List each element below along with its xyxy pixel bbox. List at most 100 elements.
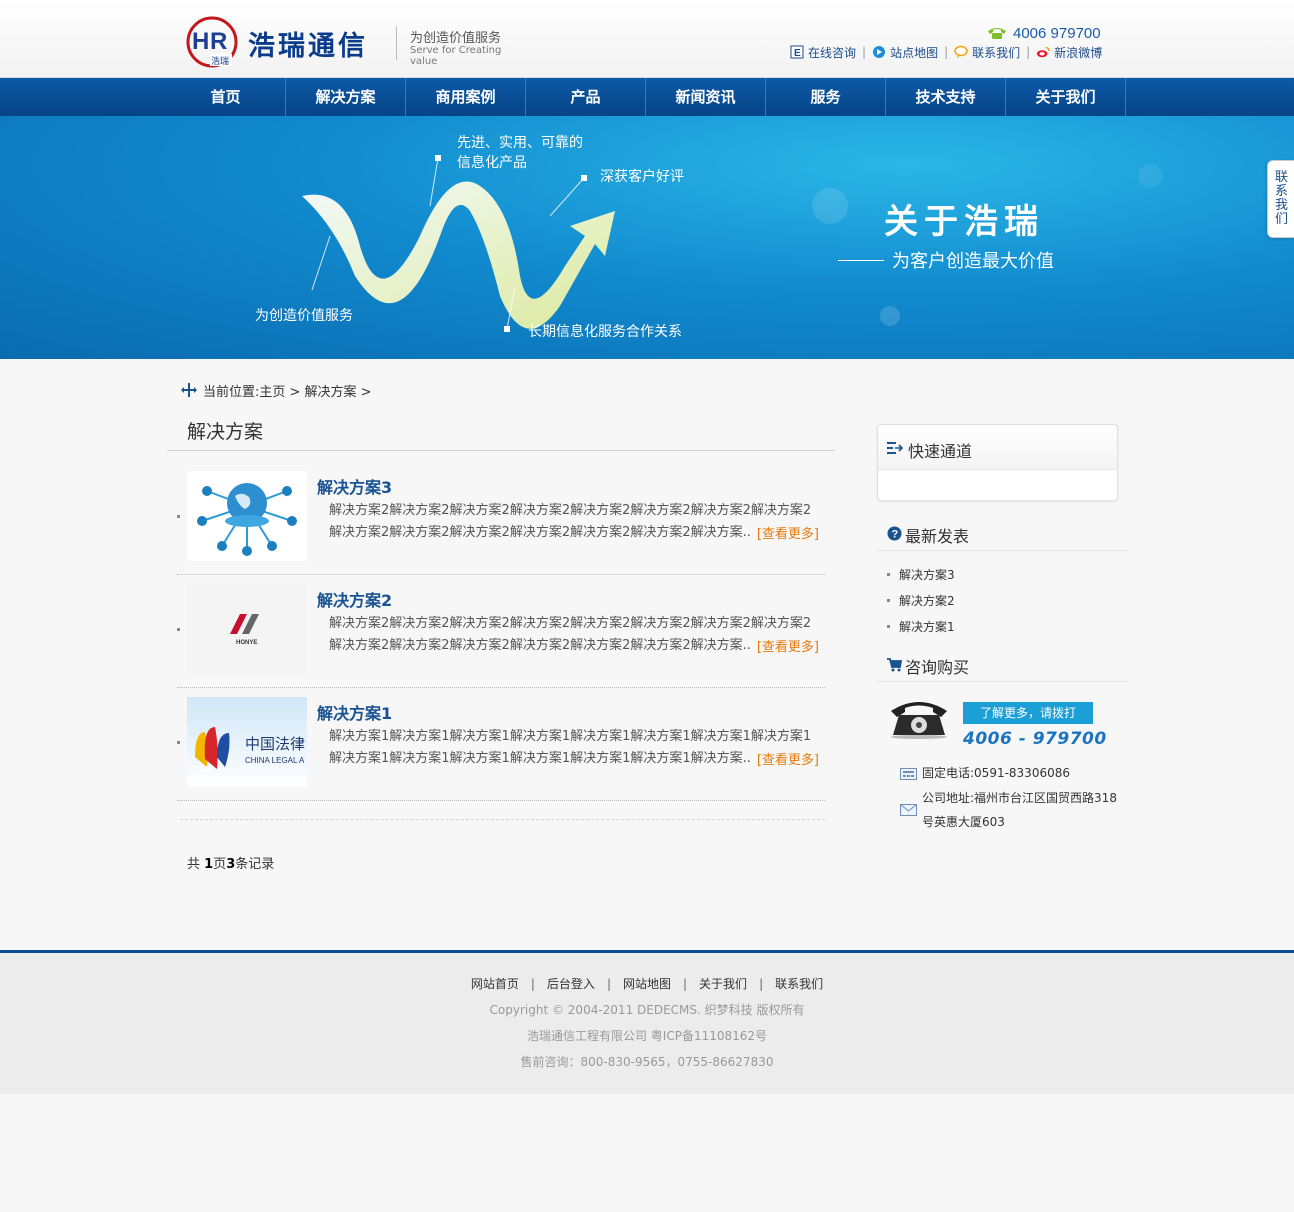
- top-link-label: 站点地图: [890, 45, 939, 60]
- top-link-label: 新浪微博: [1054, 45, 1103, 60]
- latest-post-item[interactable]: 解决方案1: [887, 618, 955, 635]
- china-legal-logo-icon: CLAF 中国法律 CHINA LEGAL A: [187, 697, 307, 787]
- top-link-contact[interactable]: 联系我们: [954, 44, 1020, 61]
- top-link-label: 在线咨询: [808, 45, 857, 60]
- list-bottom-divider: [180, 819, 825, 820]
- nav-item-solutions[interactable]: 解决方案: [286, 78, 406, 116]
- pager-count: 3: [226, 857, 236, 872]
- separator: |: [1026, 45, 1031, 59]
- top-link-sitemap[interactable]: 站点地图: [872, 44, 938, 61]
- quick-access-header: 快速通道: [878, 425, 1117, 470]
- footer-link-contact[interactable]: 联系我们: [775, 977, 823, 991]
- hotline: 4006 979700: [987, 23, 1101, 43]
- svg-text:E: E: [794, 48, 801, 59]
- read-more-link[interactable]: [查看更多]: [757, 636, 819, 655]
- list-item: 解决方案3 解决方案2解决方案2解决方案2解决方案2解决方案2解决方案2解决方案…: [177, 471, 825, 575]
- breadcrumb-text[interactable]: 当前位置:主页 > 解决方案 >: [203, 381, 372, 400]
- separator: |: [683, 977, 688, 991]
- question-circle-icon: ?: [887, 526, 902, 541]
- latest-post-label: 解决方案1: [899, 620, 955, 634]
- banner-label-left: 为创造价值服务: [255, 308, 353, 324]
- crosshair-arrow-icon: [181, 383, 197, 397]
- separator: |: [759, 977, 764, 991]
- item-desc: 解决方案1解决方案1解决方案1解决方案1解决方案1解决方案1解决方案1解决方案1…: [329, 729, 812, 766]
- brand-slogan-en: Serve for Creating value: [410, 45, 502, 67]
- item-title[interactable]: 解决方案1: [317, 700, 392, 724]
- footer-link-sitemap[interactable]: 网站地图: [623, 977, 671, 991]
- footer-link-home[interactable]: 网站首页: [471, 977, 519, 991]
- main-nav: 首页 解决方案 商用案例 产品 新闻资讯 服务 技术支持 关于我们: [0, 78, 1294, 116]
- item-desc: 解决方案2解决方案2解决方案2解决方案2解决方案2解决方案2解决方案2解决方案2…: [329, 616, 812, 653]
- pager-summary: 共 1页3条记录: [187, 853, 274, 872]
- site-logo[interactable]: H R 浩瑞 浩瑞通信 为创造价值服务 Serve for Creating v…: [186, 16, 526, 72]
- read-more-link[interactable]: [查看更多]: [757, 749, 819, 768]
- logo-badge-text: 浩瑞: [211, 55, 229, 67]
- envelope-icon: [900, 804, 917, 816]
- chat-bubble-icon: [954, 45, 968, 59]
- thumb-network-globe[interactable]: [187, 471, 307, 561]
- banner-dash: [838, 259, 884, 261]
- top-link-online-consult[interactable]: E 在线咨询: [790, 44, 856, 61]
- bullet: [887, 625, 890, 628]
- site-footer: 网站首页 | 后台登入 | 网站地图 | 关于我们 | 联系我们 Copyright © 200…: [0, 950, 1294, 1094]
- pager-mid: 页: [213, 857, 227, 872]
- quick-access-title: 快速通道: [908, 442, 973, 461]
- honye-logo-icon: HONYE: [187, 584, 307, 674]
- call-tag: 了解更多，请拨打: [963, 702, 1093, 724]
- float-contact-label: 联系我们: [1275, 170, 1289, 227]
- list-item: HONYE 解决方案2 解决方案2解决方案2解决方案2解决方案2解决方案2解决方…: [177, 584, 825, 688]
- page-title: 解决方案: [187, 421, 264, 443]
- hero-banner: 先进、实用、可靠的 信息化产品 深获客户好评 为创造价值服务 长期信息化服务合作…: [0, 116, 1294, 359]
- banner-label-top: 先进、实用、可靠的: [457, 135, 583, 151]
- separator: |: [606, 977, 611, 991]
- thumb-honye-logo[interactable]: HONYE: [187, 584, 307, 674]
- contact-tel: 固定电话:0591-83306086: [900, 761, 1070, 785]
- fax-icon: [900, 768, 917, 780]
- thumb-china-legal-logo[interactable]: CLAF 中国法律 CHINA LEGAL A: [187, 697, 307, 787]
- china-legal-cn-text: 中国法律: [245, 735, 305, 753]
- title-divider: [167, 450, 835, 451]
- nav-item-home[interactable]: 首页: [166, 78, 286, 116]
- top-link-weibo[interactable]: 新浪微博: [1036, 44, 1102, 61]
- footer-copyright: Copyright © 2004-2011 DEDECMS. 织梦科技 版权所有: [489, 1003, 805, 1017]
- nav-item-support[interactable]: 技术支持: [886, 78, 1006, 116]
- read-more-link[interactable]: [查看更多]: [757, 523, 819, 542]
- sitemap-icon: [872, 45, 886, 59]
- latest-post-item[interactable]: 解决方案2: [887, 592, 955, 609]
- float-contact-tab[interactable]: 联系我们: [1267, 160, 1294, 238]
- bullet: [887, 599, 890, 602]
- nav-item-service[interactable]: 服务: [766, 78, 886, 116]
- china-legal-en-text: CHINA LEGAL A: [245, 756, 305, 765]
- consult-header: 咨询购买: [877, 654, 1127, 682]
- latest-post-label: 解决方案3: [899, 568, 955, 582]
- nav-item-news[interactable]: 新闻资讯: [646, 78, 766, 116]
- latest-posts-header: ? 最新发表: [877, 523, 1127, 551]
- quick-access-box: 快速通道: [877, 424, 1118, 501]
- list-arrow-icon: [887, 442, 903, 454]
- svg-text:?: ?: [892, 529, 899, 541]
- footer-link-admin[interactable]: 后台登入: [547, 977, 595, 991]
- address-line-2: 号英惠大厦603: [922, 815, 1005, 829]
- nav-item-products[interactable]: 产品: [526, 78, 646, 116]
- latest-post-item[interactable]: 解决方案3: [887, 566, 955, 583]
- footer-link-about[interactable]: 关于我们: [699, 977, 747, 991]
- footer-presale: 售前咨询：800-830-9565，0755-86627830: [520, 1055, 774, 1069]
- tel-text: 固定电话:0591-83306086: [922, 766, 1070, 780]
- item-title[interactable]: 解决方案2: [317, 587, 392, 611]
- separator: |: [944, 45, 949, 59]
- phone-icon: [988, 28, 1006, 39]
- latest-post-label: 解决方案2: [899, 594, 955, 608]
- nav-item-cases[interactable]: 商用案例: [406, 78, 526, 116]
- banner-label-top2: 信息化产品: [457, 155, 527, 171]
- pager-pages: 1: [204, 857, 214, 872]
- weibo-icon: [1036, 45, 1050, 59]
- consult-title: 咨询购买: [905, 658, 970, 677]
- item-desc: 解决方案2解决方案2解决方案2解决方案2解决方案2解决方案2解决方案2解决方案2…: [329, 503, 812, 540]
- nav-item-about[interactable]: 关于我们: [1006, 78, 1126, 116]
- item-title[interactable]: 解决方案3: [317, 474, 392, 498]
- pager-suffix: 条记录: [235, 857, 275, 872]
- banner-label-bottom: 长期信息化服务合作关系: [528, 324, 682, 340]
- footer-links: 网站首页 | 后台登入 | 网站地图 | 关于我们 | 联系我们: [0, 975, 1294, 992]
- svg-text:R: R: [210, 28, 227, 55]
- breadcrumb: 当前位置:主页 > 解决方案 >: [181, 381, 372, 400]
